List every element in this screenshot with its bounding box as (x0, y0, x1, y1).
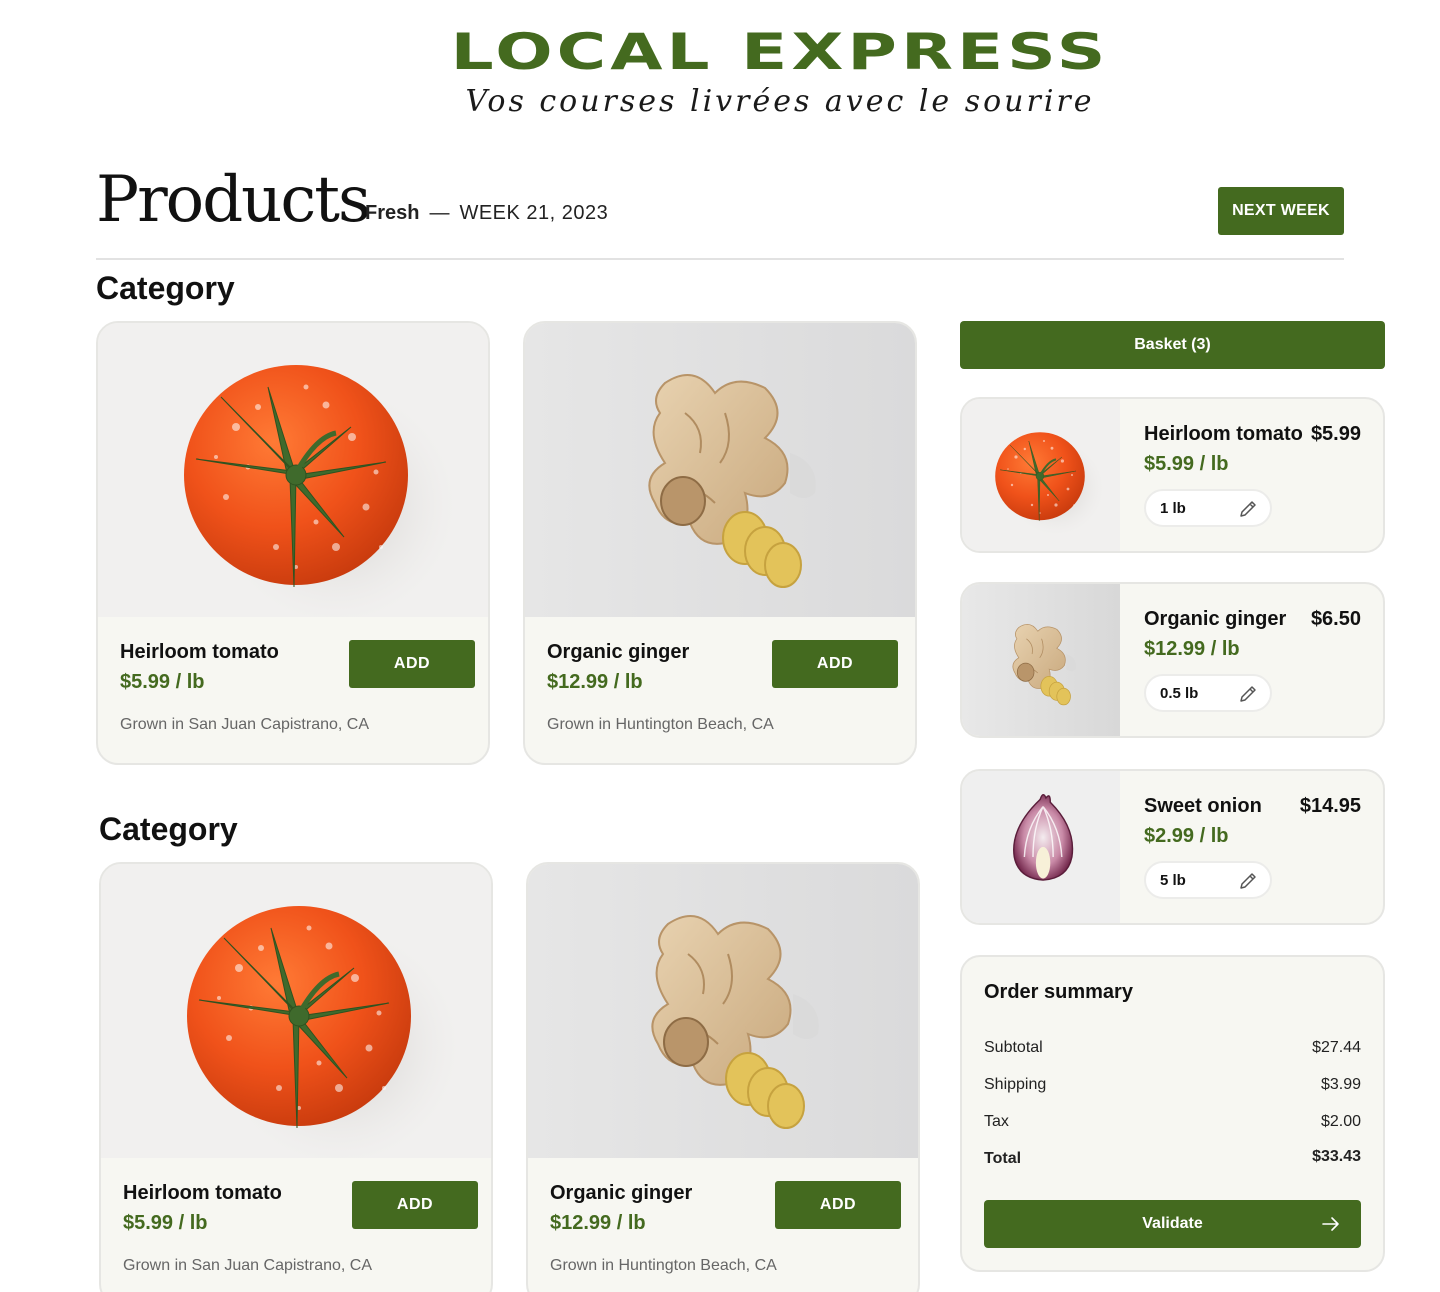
pencil-icon[interactable] (1238, 871, 1258, 891)
quantity-value: 1 lb (1160, 500, 1186, 517)
quantity-value: 5 lb (1160, 872, 1186, 889)
separator: — (429, 202, 450, 224)
product-card[interactable]: Heirloom tomato $5.99 / lb Grown in San … (99, 862, 493, 1292)
next-week-button[interactable]: NEXT WEEK (1218, 187, 1344, 235)
ginger-image (962, 584, 1120, 736)
order-summary-title: Order summary (984, 981, 1133, 1003)
summary-value: $27.44 (1312, 1039, 1361, 1056)
page-subtitle: Fresh — WEEK 21, 2023 (365, 202, 608, 225)
tomato-image (101, 864, 491, 1158)
basket-item-total: $14.95 (1299, 795, 1361, 817)
add-button[interactable]: ADD (772, 640, 898, 688)
basket-item-price: $12.99 / lb (1144, 638, 1240, 660)
validate-label: Validate (1142, 1215, 1203, 1232)
tomato-image (98, 323, 488, 617)
basket-item-price: $2.99 / lb (1144, 825, 1229, 847)
product-origin: Grown in San Juan Capistrano, CA (120, 716, 370, 733)
quantity-value: 0.5 lb (1160, 685, 1199, 702)
ginger-image (528, 864, 918, 1158)
product-price: $12.99 / lb (550, 1212, 646, 1234)
product-card[interactable]: Organic ginger $12.99 / lb Grown in Hunt… (523, 321, 917, 765)
week-label: WEEK 21, 2023 (459, 202, 609, 224)
basket-item-name: Heirloom tomato (1144, 423, 1303, 445)
ginger-image (525, 323, 915, 617)
product-origin: Grown in San Juan Capistrano, CA (123, 1257, 373, 1274)
product-card[interactable]: Organic ginger $12.99 / lb Grown in Hunt… (526, 862, 920, 1292)
add-button[interactable]: ADD (349, 640, 475, 688)
brand-tagline: Vos courses livrées avec le sourire (465, 84, 1095, 119)
basket-item-price: $5.99 / lb (1144, 453, 1229, 475)
product-name: Heirloom tomato (120, 641, 279, 663)
product-price: $5.99 / lb (120, 671, 205, 693)
product-price: $5.99 / lb (123, 1212, 208, 1234)
basket-button[interactable]: Basket (3) (960, 321, 1385, 369)
fresh-label: Fresh (365, 202, 420, 224)
add-button[interactable]: ADD (352, 1181, 478, 1229)
summary-value: $3.99 (1320, 1076, 1361, 1093)
brand-name: LOCAL EXPRESS (450, 23, 1110, 81)
category-title: Category (96, 270, 235, 306)
pencil-icon[interactable] (1238, 684, 1258, 704)
page-title: Products (96, 163, 371, 237)
onion-image (962, 771, 1120, 923)
quantity-field[interactable]: 5 lb (1144, 861, 1272, 899)
arrow-right-icon (1322, 1217, 1339, 1231)
tomato-image (962, 399, 1120, 551)
basket-item: Sweet onion $14.95 $2.99 / lb 5 lb (960, 769, 1385, 925)
summary-value: $2.00 (1320, 1113, 1361, 1130)
category-title: Category (99, 811, 238, 847)
basket-item-name: Sweet onion (1144, 795, 1262, 817)
quantity-field[interactable]: 1 lb (1144, 489, 1272, 527)
pencil-icon[interactable] (1238, 499, 1258, 519)
summary-label: Subtotal (984, 1039, 1043, 1056)
quantity-field[interactable]: 0.5 lb (1144, 674, 1272, 712)
page-header: Products Fresh — WEEK 21, 2023 NEXT WEEK (96, 160, 1344, 260)
basket-item-total: $5.99 (1310, 423, 1361, 445)
add-button[interactable]: ADD (775, 1181, 901, 1229)
product-card[interactable]: Heirloom tomato $5.99 / lb Grown in San … (96, 321, 490, 765)
basket-item: Organic ginger $6.50 $12.99 / lb 0.5 lb (960, 582, 1385, 738)
product-name: Heirloom tomato (123, 1182, 282, 1204)
basket-item: Heirloom tomato $5.99 $5.99 / lb 1 lb (960, 397, 1385, 553)
summary-label: Tax (984, 1113, 1009, 1130)
product-origin: Grown in Huntington Beach, CA (550, 1257, 777, 1274)
basket-item-total: $6.50 (1310, 608, 1361, 630)
product-name: Organic ginger (550, 1182, 693, 1204)
summary-value: $33.43 (1312, 1148, 1361, 1165)
order-summary: Order summary Subtotal $27.44 Shipping $… (960, 955, 1385, 1272)
brand-logo[interactable]: LOCAL EXPRESS Vos courses livrées avec l… (0, 26, 1440, 122)
summary-label: Total (984, 1150, 1022, 1167)
product-price: $12.99 / lb (547, 671, 643, 693)
validate-button[interactable]: Validate (984, 1200, 1361, 1248)
basket-item-name: Organic ginger (1144, 608, 1287, 630)
summary-label: Shipping (984, 1076, 1047, 1093)
product-origin: Grown in Huntington Beach, CA (547, 716, 774, 733)
product-name: Organic ginger (547, 641, 690, 663)
